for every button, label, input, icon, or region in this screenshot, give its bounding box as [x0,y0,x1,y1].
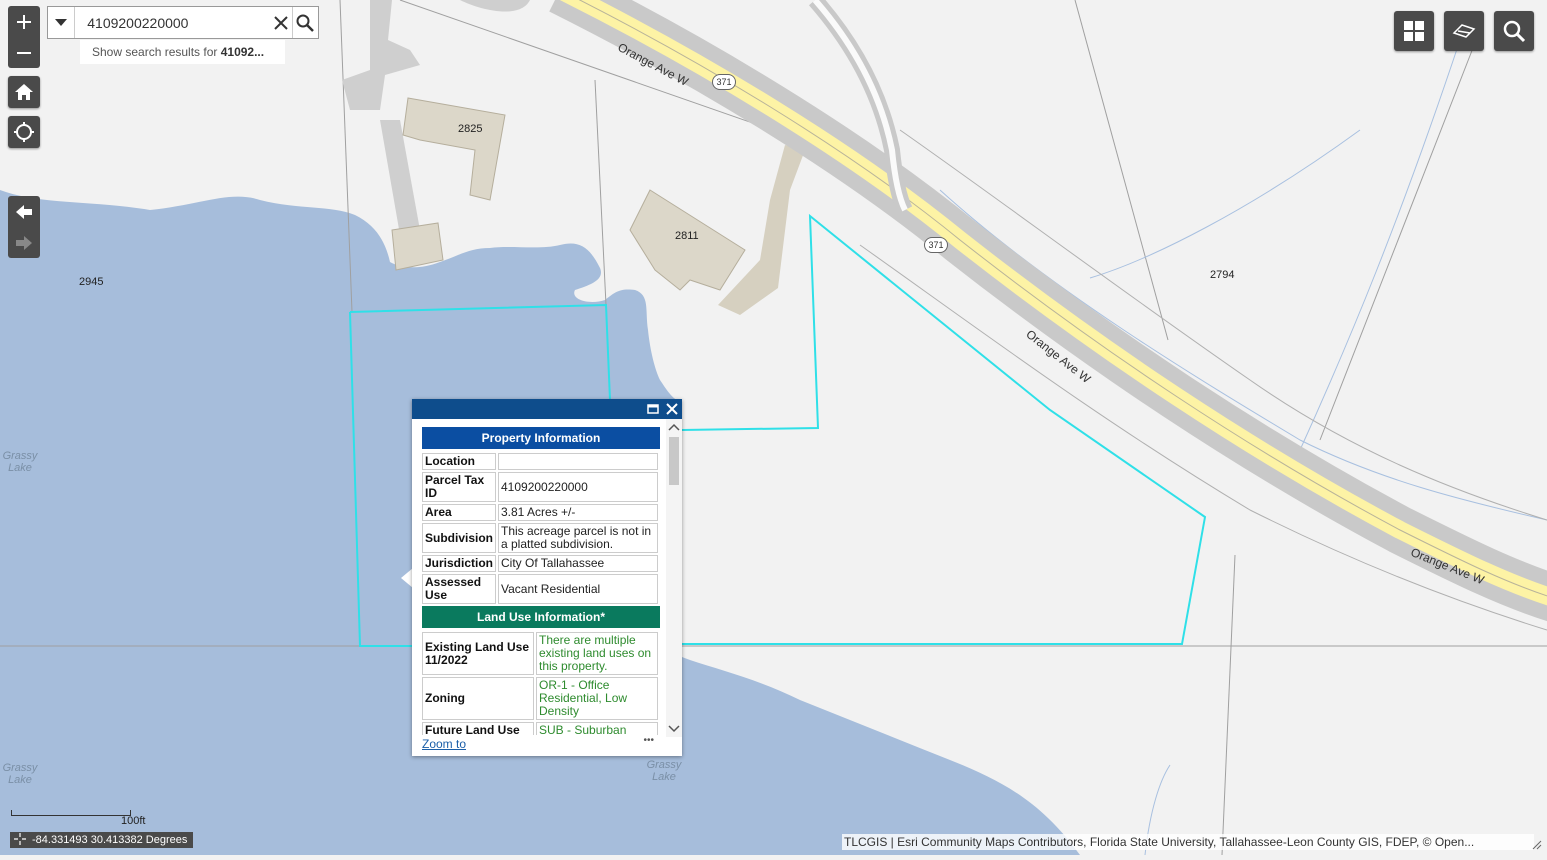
table-row: Subdivision This acreage parcel is not in… [422,523,658,553]
table-row: Assessed Use Vacant Residential [422,574,658,604]
minus-icon [17,51,31,54]
search-input[interactable] [75,7,271,38]
property-popup: Property Information Location Parcel Tax… [412,399,682,756]
route-shield: 371 [712,74,736,90]
row-value: This acreage parcel is not in a platted … [498,523,658,553]
land-use-header: Land Use Information* [422,606,660,628]
scale-label: 100ft [121,815,146,827]
popup-scrollbar[interactable] [666,419,682,737]
row-value: OR-1 - Office Residential, Low Density [536,677,658,720]
arrow-left-icon [16,204,32,219]
basemap-gallery-button[interactable] [1394,11,1434,51]
home-button[interactable] [8,76,40,108]
lake-label: Grassy Lake [2,762,38,786]
row-label: Location [422,453,496,470]
table-row: Existing Land Use 11/2022 There are multi… [422,632,658,675]
search-icon [296,14,315,32]
row-value [498,453,658,470]
clear-search-button[interactable] [270,7,291,38]
property-info-header: Property Information [422,427,660,449]
eraser-icon [1452,24,1476,38]
popup-header [412,399,682,419]
scale-bar [11,810,131,816]
search-widget [47,6,319,39]
zoom-controls [8,6,40,68]
search-icon [1503,20,1526,43]
grid-icon [1404,21,1424,41]
close-icon [666,403,678,415]
table-row: Zoning OR-1 - Office Residential, Low Den… [422,677,658,720]
locate-button[interactable] [8,116,40,148]
table-row: Area 3.81 Acres +/- [422,504,658,521]
chevron-down-icon [55,18,68,26]
table-row: Parcel Tax ID 4109200220000 [422,472,658,502]
parcel-label-2794: 2794 [1210,269,1235,281]
row-label: Assessed Use [422,574,496,604]
measure-button[interactable] [1444,11,1484,51]
find-button[interactable] [1494,11,1534,51]
scroll-thumb[interactable] [669,437,679,485]
previous-extent-button[interactable] [8,196,40,227]
map-attribution[interactable]: TLCGIS | Esri Community Maps Contributor… [842,834,1534,850]
suggestion-term: 41092... [220,45,265,59]
search-source-dropdown[interactable] [48,7,76,38]
search-suggestion[interactable]: Show search results for 41092... [80,40,285,64]
chevron-down-icon[interactable] [666,723,682,735]
parcel-label-2811: 2811 [675,230,699,242]
crosshair-icon [14,122,34,142]
maximize-button[interactable] [644,400,662,418]
parcel-label-2945: 2945 [79,276,104,288]
table-row: Location [422,453,658,470]
search-button[interactable] [291,7,318,38]
more-actions-button[interactable]: ••• [643,735,654,746]
row-value: City Of Tallahassee [498,555,658,572]
lake-label: Grassy Lake [2,450,38,474]
row-label: Existing Land Use 11/2022 [422,632,534,675]
map-canvas[interactable]: 2825 2811 2945 2794 Orange Ave W Orange … [0,0,1547,856]
zoom-to-link[interactable]: Zoom to [422,737,466,751]
suggestion-prefix: Show search results for [92,45,221,59]
zoom-out-button[interactable] [8,37,40,68]
row-value: There are multiple existing land uses on… [536,632,658,675]
zoom-in-button[interactable] [8,6,40,37]
lake-label: Grassy Lake [646,759,682,783]
crosshair-icon [14,833,26,845]
coordinate-text: -84.331493 30.413382 Degrees [32,834,188,846]
row-label: Jurisdiction [422,555,496,572]
table-row: Future Land Use SUB - Suburban [422,722,658,735]
extent-nav [8,196,40,258]
row-value: Vacant Residential [498,574,658,604]
next-extent-button[interactable] [8,227,40,258]
resize-corner-icon [1532,840,1542,850]
row-label: Future Land Use [422,722,534,735]
row-value: 3.81 Acres +/- [498,504,658,521]
maximize-icon [647,404,659,414]
close-icon [274,15,288,30]
popup-footer: Zoom to ••• [422,735,672,751]
property-info-table: Location Parcel Tax ID 4109200220000 Area… [420,451,660,606]
land-use-table: Existing Land Use 11/2022 There are multi… [420,630,660,735]
basemap [0,0,1547,856]
plus-icon [17,14,31,29]
coordinate-readout[interactable]: -84.331493 30.413382 Degrees [10,832,194,848]
row-value: SUB - Suburban [536,722,658,735]
table-row: Jurisdiction City Of Tallahassee [422,555,658,572]
row-label: Zoning [422,677,534,720]
popup-content[interactable]: Property Information Location Parcel Tax… [420,427,660,735]
route-shield: 371 [924,237,948,253]
arrow-right-icon [16,235,32,250]
row-label: Subdivision [422,523,496,553]
row-value: 4109200220000 [498,472,658,502]
chevron-up-icon[interactable] [666,421,682,433]
row-label: Area [422,504,496,521]
home-icon [15,84,33,100]
close-popup-button[interactable] [662,400,682,418]
row-label: Parcel Tax ID [422,472,496,502]
parcel-label-2825: 2825 [458,123,483,135]
